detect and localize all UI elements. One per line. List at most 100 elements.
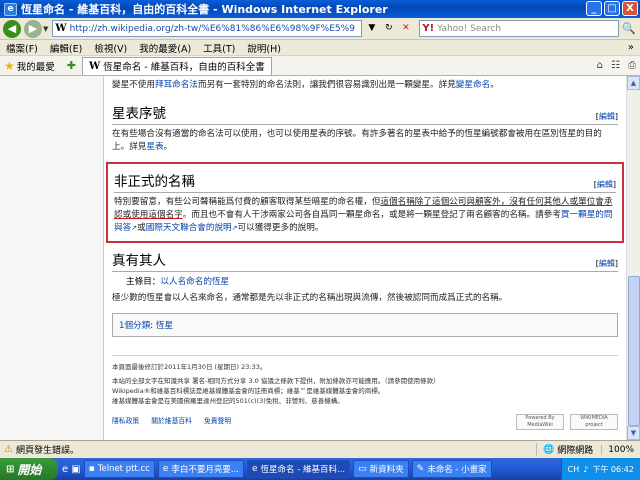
link-bayer[interactable]: 拜耳命名法 [155, 80, 198, 90]
refresh-icon[interactable]: ↻ [381, 21, 396, 36]
feeds-icon[interactable]: ☷ [611, 60, 620, 71]
edit-label: 編輯 [598, 112, 615, 121]
heading-informal: 非正式的名稱 [114, 174, 195, 190]
link-stars-named-after-people[interactable]: 以人名命名的恆星 [160, 277, 229, 287]
intro-text: 變星不使用 [112, 80, 155, 90]
search-placeholder: Yahoo! Search [437, 23, 502, 34]
menu-edit[interactable]: 編輯(E) [44, 41, 88, 55]
windows-flag-icon: ⊞ [6, 463, 15, 475]
link-variable-star-naming[interactable]: 變星命名 [456, 80, 490, 90]
add-favorite-icon[interactable]: ✚ [67, 59, 76, 72]
edit-link-informal[interactable]: [編輯] [594, 179, 616, 190]
task-telnet[interactable]: ▪ Telnet ptt.cc [83, 460, 155, 478]
task-new-folder[interactable]: ▭ 新資料夾 [353, 460, 409, 478]
category-star-link[interactable]: 恆星 [156, 321, 173, 331]
real-people-paragraph: 極少數的恆星會以人名來命名，通常都是先以非正式的名稱出現與流傳，然後被認同而成爲… [112, 293, 508, 303]
favorites-bar: ★ 我的最愛 ✚ W 恆星命名 - 維基百科，自由的百科全書 ⌂ ☷ ⎙ [0, 56, 640, 76]
history-dropdown-icon[interactable]: ▼ [43, 25, 48, 33]
category-count-link[interactable]: 1個分類 [119, 321, 150, 331]
start-button[interactable]: ⊞ 開始 [0, 458, 58, 480]
intro-text-end: 。 [490, 80, 499, 90]
task-paint[interactable]: ✎ 未命名 - 小畫家 [411, 460, 492, 478]
highlight-annotation-box: 非正式的名稱 [編輯] 特別要留意，有些公司聲稱能爲付費的顧客取得某些暗星的命名… [106, 162, 624, 243]
windows-taskbar: ⊞ 開始 e ▣ ▪ Telnet ptt.cc e 李白不要月亮要... e 恆星命… [0, 458, 640, 480]
scroll-up-arrow-icon[interactable]: ▲ [627, 76, 640, 90]
wikimedia-badge[interactable]: WIKIMEDIA project [570, 414, 618, 430]
status-text[interactable]: 網頁發生錯誤。 [16, 443, 79, 456]
ie-task-icon: e [251, 464, 258, 474]
menu-help[interactable]: 說明(H) [241, 41, 287, 55]
link-catalog[interactable]: 星表 [146, 142, 163, 152]
menu-file[interactable]: 檔案(F) [0, 41, 44, 55]
home-icon[interactable]: ⌂ [597, 60, 603, 71]
task-li-bai[interactable]: e 李白不要月亮要... [157, 460, 244, 478]
system-tray: CH ♪ 下午 06:42 [560, 458, 640, 480]
link-iau-statement[interactable]: 國際天文聯合會的說明 [146, 223, 232, 233]
scrollbar-thumb[interactable] [628, 276, 640, 426]
vertical-scrollbar[interactable]: ▲ ▼ [626, 76, 640, 440]
edit-label: 編輯 [596, 180, 613, 189]
toolbar-options-icon[interactable]: » [628, 42, 634, 53]
footer-license: 本站的全部文字在知識共享 署名-相同方式分享 3.0 協議之條款下提供，附加條款… [112, 377, 440, 385]
minimize-button[interactable]: _ [586, 1, 602, 16]
search-input[interactable]: Y! Yahoo! Search [419, 20, 620, 37]
status-bar: ⚠ 網頁發生錯誤。 🌐 網際網路 100% [0, 440, 640, 458]
intro-text-mid: 而另有一套特別的命名法則，讓我們很容易識別出是一顆變星。詳見 [197, 80, 456, 90]
favorites-star-icon[interactable]: ★ [4, 59, 15, 73]
menu-view[interactable]: 檢視(V) [88, 41, 133, 55]
menu-bar: 檔案(F) 編輯(E) 檢視(V) 我的最愛(A) 工具(T) 說明(H) » [0, 40, 640, 56]
terminal-icon: ▪ [88, 464, 95, 474]
task-label: Telnet ptt.cc [97, 464, 150, 474]
warning-icon[interactable]: ⚠ [4, 444, 13, 455]
informal-text-a: 特別要留意，有些公司聲稱能爲付費的顧客取得某些暗星的命名權，但 [114, 197, 381, 207]
scroll-down-arrow-icon[interactable]: ▼ [627, 426, 640, 440]
search-icon[interactable]: 🔍 [622, 22, 636, 35]
task-wikipedia[interactable]: e 恆星命名 - 維基百科... [246, 460, 351, 478]
edit-label: 編輯 [598, 259, 615, 268]
print-icon[interactable]: ⎙ [628, 60, 636, 71]
security-zone: 🌐 網際網路 [536, 443, 593, 456]
quicklaunch-ie-icon[interactable]: e [62, 464, 68, 475]
volume-icon[interactable]: ♪ [583, 465, 588, 474]
category-box: 1個分類: 恆星 [112, 313, 618, 337]
stop-icon[interactable]: ✕ [398, 21, 413, 36]
browser-tab[interactable]: W 恆星命名 - 維基百科，自由的百科全書 [82, 56, 272, 75]
forward-button[interactable]: ▶ [24, 19, 42, 38]
quick-launch: e ▣ [62, 464, 81, 475]
back-button[interactable]: ◀ [3, 19, 21, 38]
globe-icon: 🌐 [543, 444, 555, 455]
address-url: http://zh.wikipedia.org/zh-tw/%E6%81%86%… [69, 23, 355, 34]
task-label: 新資料夾 [369, 465, 404, 475]
footer-about-link[interactable]: 關於維基百科 [151, 416, 192, 426]
footer-privacy-link[interactable]: 隱私政策 [112, 416, 139, 426]
page-viewport: 變星不使用拜耳命名法而另有一套特別的命名法則，讓我們很容易識別出是一顆變星。詳見… [0, 76, 640, 440]
maximize-button[interactable]: □ [604, 1, 620, 16]
zoom-level[interactable]: 100% [601, 444, 634, 455]
informal-text-b: 。而且也不會有人干涉兩家公司各自爲同一顆星命名，或是將一顆星登記了兩名顧客的名稱… [182, 210, 561, 220]
informal-paragraph: 特別要留意，有些公司聲稱能爲付費的顧客取得某些暗星的命名權，但這個名稱除了這個公… [114, 196, 616, 235]
window-title-bar[interactable]: e 恆星命名 - 維基百科，自由的百科全書 - Windows Internet… [0, 0, 640, 18]
favorites-button[interactable]: 我的最愛 [17, 59, 55, 73]
edit-link-real-people[interactable]: [編輯] [596, 258, 618, 269]
address-toolbar: ◀ ▶ ▼ W http://zh.wikipedia.org/zh-tw/%E… [0, 18, 640, 40]
catalog-text-end: 。 [163, 142, 173, 152]
menu-tools[interactable]: 工具(T) [197, 41, 241, 55]
main-article-hatnote: 主條目：以人名命名的恆星 [126, 276, 618, 289]
edit-link-catalog[interactable]: [編輯] [596, 111, 618, 122]
mediawiki-badge[interactable]: Powered By MediaWiki [516, 414, 564, 430]
catalog-paragraph: 在有些場合沒有適當的命名法可以使用，也可以使用星表的序號。有許多著名的星表中給予… [112, 128, 618, 154]
clock[interactable]: 下午 06:42 [592, 464, 634, 475]
quicklaunch-desktop-icon[interactable]: ▣ [71, 464, 80, 475]
window-title: 恆星命名 - 維基百科，自由的百科全書 - Windows Internet E… [21, 3, 388, 16]
informal-text-d: 可以獲得更多的說明。 [237, 223, 324, 233]
address-input[interactable]: W http://zh.wikipedia.org/zh-tw/%E6%81%8… [52, 20, 363, 37]
menu-favorites[interactable]: 我的最愛(A) [133, 41, 197, 55]
catalog-text: 在有些場合沒有適當的命名法可以使用，也可以使用星表的序號。有許多著名的星表中給予… [112, 129, 602, 152]
wikipedia-favicon-icon: W [55, 23, 67, 34]
address-dropdown-icon[interactable]: ▼ [364, 21, 379, 36]
close-button[interactable]: X [622, 1, 638, 16]
language-indicator[interactable]: CH [568, 465, 580, 474]
article-content: 變星不使用拜耳命名法而另有一套特別的命名法則，讓我們很容易識別出是一顆變星。詳見… [103, 76, 626, 440]
footer-disclaimer-link[interactable]: 免責聲明 [204, 416, 231, 426]
task-label: 未命名 - 小畫家 [427, 465, 487, 475]
